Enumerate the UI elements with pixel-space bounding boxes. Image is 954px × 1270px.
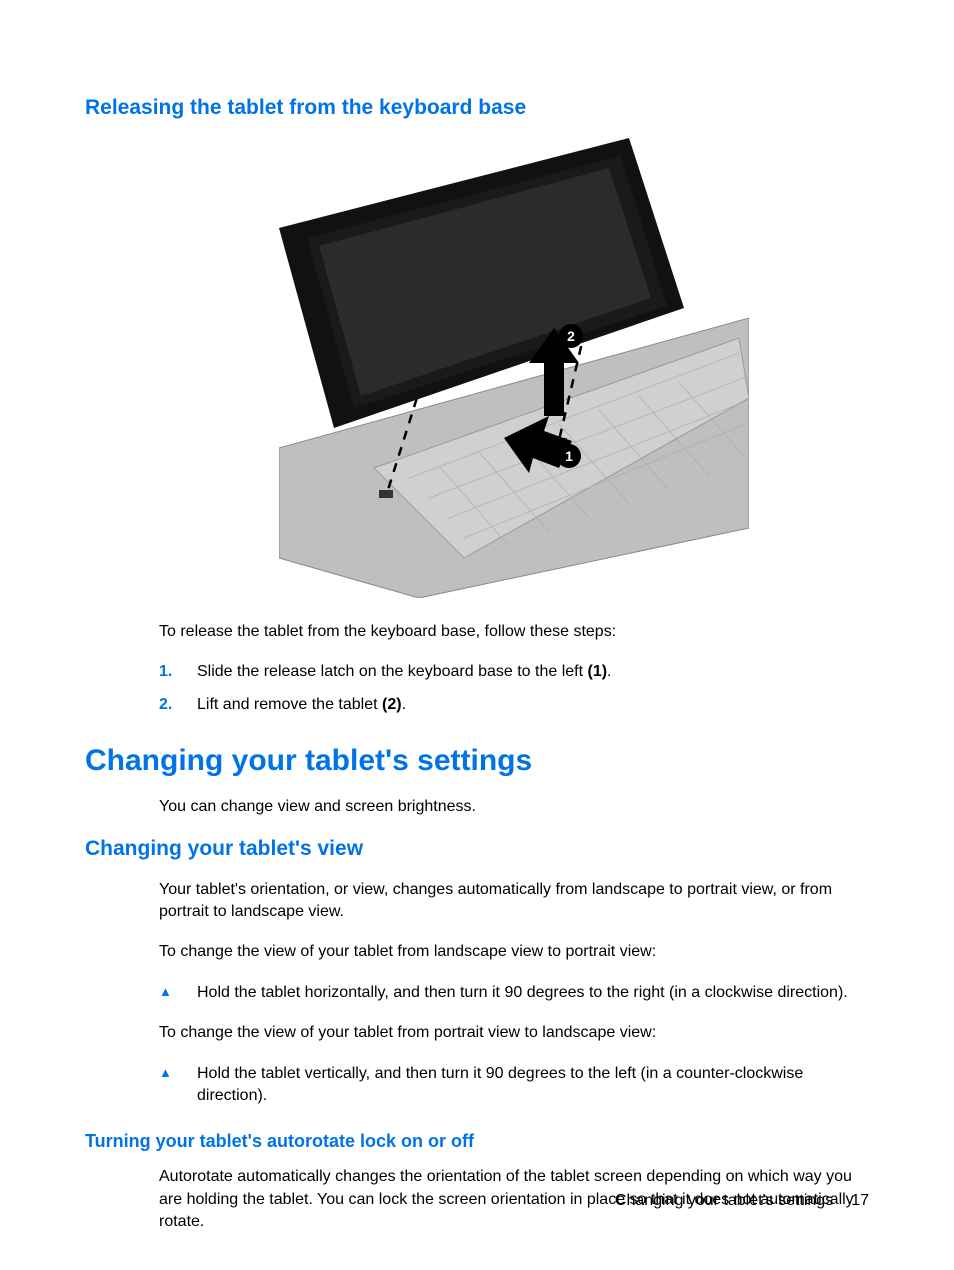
step-1-text-c: . (607, 663, 611, 680)
step-2-bold: (2) (382, 696, 402, 713)
tablet-release-figure: 2 1 (279, 138, 749, 598)
view-bullet-2: Hold the tablet vertically, and then tur… (159, 1063, 869, 1108)
view-bullets-2: Hold the tablet vertically, and then tur… (159, 1063, 869, 1108)
settings-intro: You can change view and screen brightnes… (159, 796, 869, 818)
heading-changing-settings: Changing your tablet's settings (85, 744, 869, 778)
heading-autorotate: Turning your tablet's autorotate lock on… (85, 1131, 869, 1152)
step-1-bold: (1) (587, 663, 607, 680)
step-2-text-c: . (402, 696, 406, 713)
view-p1: Your tablet's orientation, or view, chan… (159, 879, 869, 924)
step-2-text-a: Lift and remove the tablet (197, 696, 382, 713)
step-2: Lift and remove the tablet (2). (159, 694, 869, 716)
svg-text:1: 1 (565, 448, 573, 464)
step-1: Slide the release latch on the keyboard … (159, 661, 869, 683)
figure-container: 2 1 (159, 138, 869, 603)
view-p3: To change the view of your tablet from p… (159, 1022, 869, 1044)
svg-text:2: 2 (567, 328, 575, 344)
view-bullet-1: Hold the tablet horizontally, and then t… (159, 982, 869, 1004)
intro-release: To release the tablet from the keyboard … (159, 621, 869, 643)
footer-label: Changing your tablet's settings (615, 1192, 833, 1209)
document-page: Releasing the tablet from the keyboard b… (0, 0, 954, 1233)
view-p2: To change the view of your tablet from l… (159, 941, 869, 963)
page-footer: Changing your tablet's settings 17 (615, 1192, 869, 1210)
view-bullets-1: Hold the tablet horizontally, and then t… (159, 982, 869, 1004)
heading-releasing-tablet: Releasing the tablet from the keyboard b… (85, 96, 869, 120)
heading-changing-view: Changing your tablet's view (85, 837, 869, 861)
page-number: 17 (851, 1192, 869, 1209)
release-steps: Slide the release latch on the keyboard … (159, 661, 869, 716)
step-1-text-a: Slide the release latch on the keyboard … (197, 663, 587, 680)
